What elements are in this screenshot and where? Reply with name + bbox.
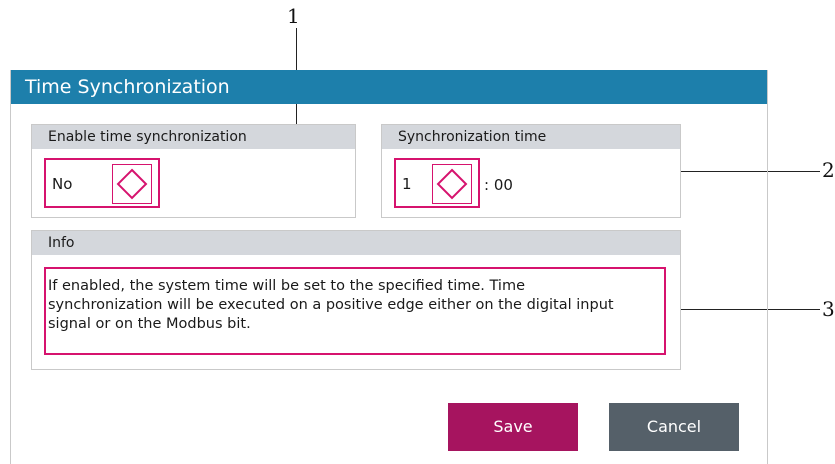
time-sync-dialog: Time Synchronization Enable time synchro… xyxy=(10,70,768,464)
enable-sync-group: Enable time synchronization No xyxy=(31,124,356,218)
sync-time-group: Synchronization time 1 : 00 xyxy=(381,124,681,218)
sync-time-minutes: : 00 xyxy=(484,176,513,194)
diamond-stepper-icon xyxy=(436,168,468,200)
sync-time-hour-value: 1 xyxy=(402,175,412,193)
callout-2: 2 xyxy=(822,158,835,182)
cancel-button[interactable]: Cancel xyxy=(609,403,739,451)
save-button[interactable]: Save xyxy=(448,403,578,451)
sync-time-hour-field[interactable]: 1 xyxy=(394,158,480,208)
diamond-stepper-icon xyxy=(116,168,148,200)
info-heading: Info xyxy=(32,231,680,255)
enable-sync-heading: Enable time synchronization xyxy=(32,125,355,149)
sync-time-heading: Synchronization time xyxy=(382,125,680,149)
dialog-title: Time Synchronization xyxy=(11,70,767,104)
info-text: If enabled, the system time will be set … xyxy=(48,278,614,332)
enable-sync-value: No xyxy=(52,175,73,193)
sync-time-hour-stepper[interactable] xyxy=(432,164,472,204)
info-group: Info If enabled, the system time will be… xyxy=(31,230,681,370)
callout-1: 1 xyxy=(287,4,300,28)
callout-3: 3 xyxy=(822,297,835,321)
enable-sync-field[interactable]: No xyxy=(44,158,160,208)
enable-sync-stepper[interactable] xyxy=(112,164,152,204)
